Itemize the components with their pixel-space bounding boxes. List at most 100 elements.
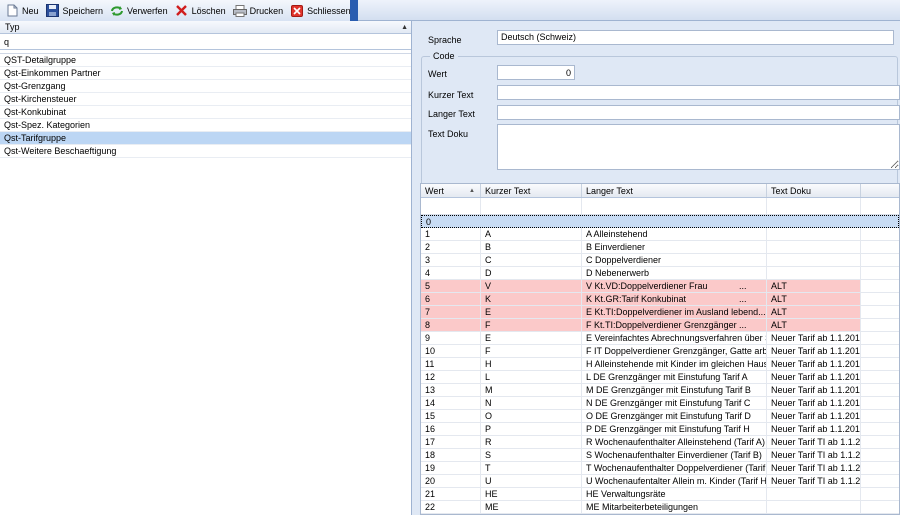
grid-cell-text-doku (767, 228, 861, 240)
type-list-panel: Typ ▲ QST-DetailgruppeQst-Einkommen Part… (0, 21, 412, 515)
grid-row[interactable]: 6KK Kt.GR:Tarif Konkubinat ALT... (421, 293, 899, 306)
grid-cell-value: 19 (421, 462, 481, 474)
type-list-item[interactable]: Qst-Grenzgang (0, 80, 411, 93)
grid-cell-overflow-dots: ... (739, 281, 747, 291)
grid-row[interactable]: 19 T T Wochenaufenthalter Doppelverdiener … (421, 462, 899, 475)
type-column-label: Typ (5, 22, 20, 32)
grid-cell-value: 3 (421, 254, 481, 266)
grid-cell-value: 13 (421, 384, 481, 396)
grid-row[interactable]: 2BB Einverdiener (421, 241, 899, 254)
grid-header-text-doku[interactable]: Text Doku (767, 184, 861, 197)
grid-row[interactable]: 22 ME ME Mitarbeiterbeteiligungen (421, 501, 899, 514)
grid-header-short-text[interactable]: Kurzer Text (481, 184, 582, 197)
grid-cell-short-text: F (481, 319, 582, 331)
grid-row[interactable]: 7EE Kt.TI:Doppelverdiener im Ausland leb… (421, 306, 899, 319)
type-list-item[interactable]: Qst-Kirchensteuer (0, 93, 411, 106)
grid-cell-value: 18 (421, 449, 481, 461)
grid-row[interactable]: 9EE Vereinfachtes Abrechnungsverfahren ü… (421, 332, 899, 345)
type-list: QST-Detailgruppe Qst-Einkommen Partner Qst… (0, 53, 411, 158)
grid-cell-text-doku: Neuer Tarif TI ab 1.1.2015 (767, 449, 861, 461)
grid-cell-overflow-dots: ... (739, 294, 747, 304)
grid-row[interactable]: 17 R R Wochenaufenthalter Alleinstehend (T… (421, 436, 899, 449)
code-group-title: Code (430, 51, 458, 61)
toolbar-overflow-grip[interactable] (350, 0, 358, 21)
print-button[interactable]: Drucken (231, 2, 288, 20)
grid-cell-text-doku: Neuer Tarif ab 1.1.2014 (767, 358, 861, 370)
new-button[interactable]: Neu (3, 2, 43, 20)
grid-cell-short-text (482, 216, 583, 227)
grid-cell-text-doku: Neuer Tarif ab 1.1.2014 (767, 371, 861, 383)
grid-row[interactable]: 3CC Doppelverdiener (421, 254, 899, 267)
grid-cell-long-text: H Alleinstehende mit Kinder im gleichen … (582, 358, 767, 370)
language-select[interactable]: Deutsch (Schweiz) (497, 30, 894, 45)
type-column-header[interactable]: Typ ▲ (0, 21, 411, 34)
grid-cell-short-text: ME (481, 501, 582, 513)
grid-header-value[interactable]: Wert ▲ (421, 184, 481, 197)
grid-row[interactable]: 21 HE HE Verwaltungsräte (421, 488, 899, 501)
grid-header-long-text[interactable]: Langer Text (582, 184, 767, 197)
type-list-item[interactable]: Qst-Tarifgruppe (0, 132, 411, 145)
grid-cell-value: 0 (426, 217, 432, 227)
short-text-input[interactable] (497, 85, 900, 100)
long-text-input[interactable] (497, 105, 900, 120)
grid-row[interactable]: 20 U U Wochenaufentalter Allein m. Kinder … (421, 475, 899, 488)
grid-body: 01AA Alleinstehend 2 B B Einverdiener 3 C C Do… (421, 215, 899, 514)
text-doku-input[interactable] (497, 124, 900, 170)
grid-cell-short-text: M (481, 384, 582, 396)
value-input[interactable] (497, 65, 575, 80)
grid-row[interactable]: 11 H H Alleinstehende mit Kinder im gleich… (421, 358, 899, 371)
grid-row[interactable]: 5VV Kt.VD:Doppelverdiener Frau ALT... (421, 280, 899, 293)
grid-row[interactable]: 15 O O DE Grenzgänger mit Einstufung Tarif… (421, 410, 899, 423)
grid-cell-value: 2 (421, 241, 481, 253)
grid-cell-text-doku: Neuer Tarif ab 1.1.2014 (767, 384, 861, 396)
grid-row[interactable]: 10 F F IT Doppelverdiener Grenzgänger, Gat… (421, 345, 899, 358)
long-text-label: Langer Text (428, 109, 475, 119)
grid-cell-short-text: K (481, 293, 582, 305)
grid-row[interactable]: 14 N N DE Grenzgänger mit Einstufung Tarif… (421, 397, 899, 410)
grid-row[interactable]: 0 (421, 215, 899, 228)
type-filter-row (0, 34, 411, 50)
grid-cell-long-text: M DE Grenzgänger mit Einstufung Tarif B (582, 384, 767, 396)
type-list-item[interactable]: Qst-Einkommen Partner (0, 67, 411, 80)
grid-cell-value: 6 (421, 293, 481, 305)
grid-cell-text-doku: ALT (767, 306, 861, 318)
grid-cell-long-text: T Wochenaufenthalter Doppelverdiener (Ta… (582, 462, 767, 474)
grid-cell-value: 5 (421, 280, 481, 292)
grid-cell-long-text: N DE Grenzgänger mit Einstufung Tarif C (582, 397, 767, 409)
grid-row[interactable]: 18 S S Wochenaufenthalter Einverdiener (Ta… (421, 449, 899, 462)
grid-cell-text-doku (767, 241, 861, 253)
type-list-item[interactable]: Qst-Spez. Kategorien (0, 119, 411, 132)
save-button-label: Speichern (62, 5, 104, 16)
grid-cell-long-text: A Alleinstehend (582, 228, 767, 240)
type-list-item[interactable]: Qst-Konkubinat (0, 106, 411, 119)
grid-cell-value: 9 (421, 332, 481, 344)
grid-row[interactable]: 12 L L DE Grenzgänger mit Einstufung Tarif… (421, 371, 899, 384)
grid-cell-text-doku: Neuer Tarif ab 1.1.2014 (767, 410, 861, 422)
grid-filter-row[interactable] (421, 198, 899, 215)
grid-row[interactable]: 4DD Nebenerwerb (421, 267, 899, 280)
grid-row[interactable]: 8FF Kt.TI:Doppelverdiener Grenzgänger ALT… (421, 319, 899, 332)
grid-row[interactable]: 1AA Alleinstehend (421, 228, 899, 241)
grid-cell-text-doku (768, 216, 862, 227)
delete-button[interactable]: Löschen (173, 2, 230, 20)
grid-cell-text-doku (767, 488, 861, 500)
grid-cell-value: 20 (421, 475, 481, 487)
type-list-item[interactable]: QST-Detailgruppe (0, 54, 411, 67)
close-icon (290, 4, 304, 18)
grid-cell-long-text: F IT Doppelverdiener Grenzgänger, Gatte … (582, 345, 767, 357)
grid-cell-short-text: O (481, 410, 582, 422)
type-list-item[interactable]: Qst-Weitere Beschaeftigung (0, 145, 411, 158)
grid-header: Wert ▲ Kurzer Text Langer Text Text Doku (421, 184, 899, 198)
grid-row[interactable]: 16 P P DE Grenzgänger mit Einstufung Tarif… (421, 423, 899, 436)
grid-cell-short-text: C (481, 254, 582, 266)
grid-cell-long-text: O DE Grenzgänger mit Einstufung Tarif D (582, 410, 767, 422)
grid-row[interactable]: 13 M M DE Grenzgänger mit Einstufung Tarif… (421, 384, 899, 397)
grid-cell-text-doku: Neuer Tarif TI ab 1.1.2015 (767, 475, 861, 487)
type-filter-input[interactable] (4, 36, 384, 47)
grid-cell-short-text: E (481, 306, 582, 318)
save-button[interactable]: Speichern (44, 2, 108, 20)
discard-button[interactable]: Verwerfen (108, 2, 172, 20)
close-button[interactable]: Schliessen (288, 2, 355, 20)
grid-cell-text-doku (767, 501, 861, 513)
new-doc-icon (5, 4, 19, 18)
